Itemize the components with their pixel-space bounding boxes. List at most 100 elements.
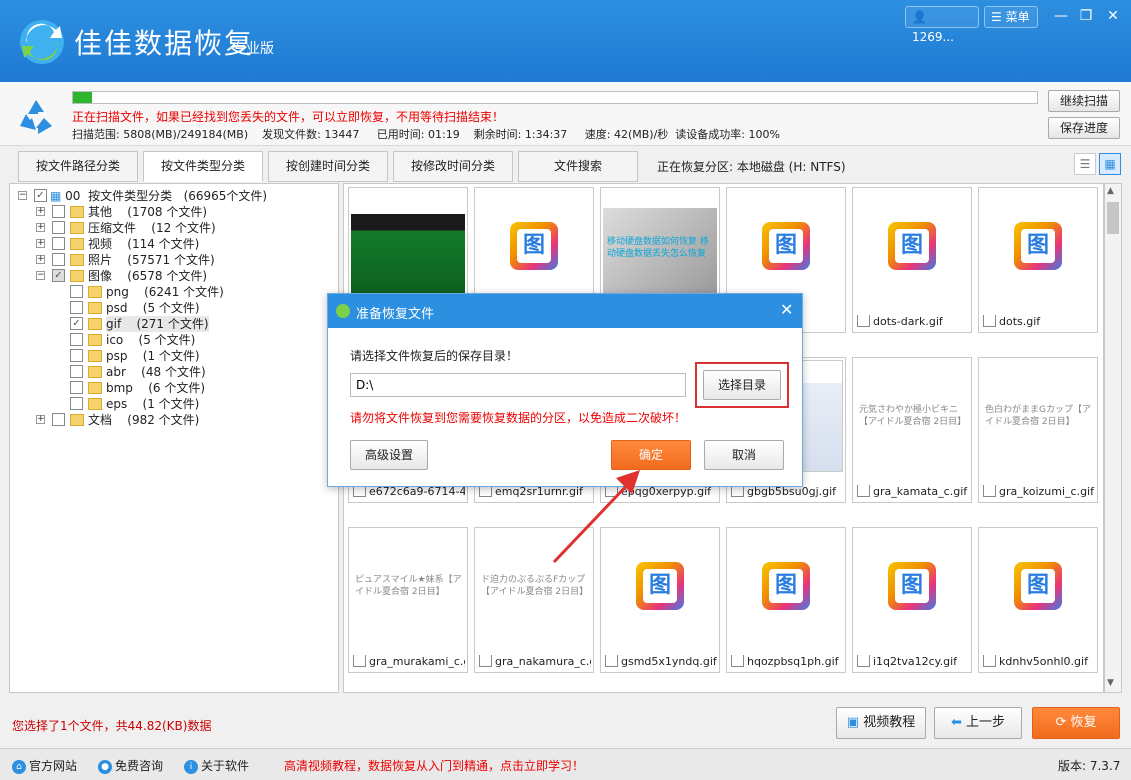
tree-item[interactable]: 其他 (1708 个文件) <box>88 204 207 220</box>
image-file-icon <box>762 562 810 610</box>
tree-sub-item[interactable]: psp (1 个文件) <box>106 348 200 364</box>
folder-icon <box>70 414 84 426</box>
file-thumbnail <box>981 530 1095 642</box>
tree-checkbox[interactable] <box>52 205 65 218</box>
expand-icon[interactable]: + <box>36 223 45 232</box>
back-button[interactable]: ⬅ 上一步 <box>934 707 1022 739</box>
tree-checkbox[interactable] <box>70 365 83 378</box>
tree-checkbox[interactable] <box>70 301 83 314</box>
file-checkbox[interactable] <box>983 484 996 497</box>
cancel-button[interactable]: 取消 <box>704 440 784 470</box>
collapse-icon[interactable]: − <box>18 191 27 200</box>
tree-root[interactable]: ▦ 00 按文件类型分类 (66965个文件) <box>50 188 267 204</box>
file-type-tree: − ✓ ▦ 00 按文件类型分类 (66965个文件) + 其他 (1708 个… <box>9 183 339 693</box>
warning-text: 请勿将文件恢复到您需要恢复数据的分区，以免造成二次破坏！ <box>350 411 687 425</box>
tree-item[interactable]: 照片 (57571 个文件) <box>88 252 215 268</box>
folder-icon <box>88 302 102 314</box>
file-checkbox[interactable] <box>983 314 996 327</box>
file-thumbnail <box>981 190 1095 302</box>
file-tile[interactable]: hqozpbsq1ph.gif <box>726 527 846 673</box>
tab-path[interactable]: 按文件路径分类 <box>18 151 138 182</box>
file-tile[interactable]: kdnhv5onhl0.gif <box>978 527 1098 673</box>
scroll-down-icon[interactable]: ▼ <box>1107 678 1114 688</box>
selection-status: 您选择了1个文件，共44.82(KB)数据 <box>12 719 212 733</box>
tree-item[interactable]: 视频 (114 个文件) <box>88 236 199 252</box>
tree-sub-item[interactable]: ico (5 个文件) <box>106 332 195 348</box>
continue-scan-button[interactable]: 继续扫描 <box>1048 90 1120 112</box>
tree-sub-item[interactable]: eps (1 个文件) <box>106 396 199 412</box>
tab-type[interactable]: 按文件类型分类 <box>143 151 263 182</box>
tab-modified[interactable]: 按修改时间分类 <box>393 151 513 182</box>
tree-sub-item-selected[interactable]: gif (271 个文件) <box>106 316 209 332</box>
tree-sub-item[interactable]: bmp (6 个文件) <box>106 380 205 396</box>
tree-checkbox[interactable] <box>70 333 83 346</box>
tree-sub-item[interactable]: abr (48 个文件) <box>106 364 206 380</box>
tree-checkbox[interactable] <box>70 397 83 410</box>
file-tile[interactable]: dots.gif <box>978 187 1098 333</box>
file-tile[interactable]: 元気さわやか極小ビキニ【アイドル夏合宿 2日目】 gra_kamata_c.gif <box>852 357 972 503</box>
close-icon[interactable]: ✕ <box>1102 6 1124 26</box>
list-view-icon[interactable]: ☰ <box>1074 153 1096 175</box>
recover-button[interactable]: ⟳ 恢复 <box>1032 707 1120 739</box>
collapse-icon[interactable]: − <box>36 271 45 280</box>
save-dir-label: 请选择文件恢复后的保存目录！ <box>350 349 519 363</box>
file-checkbox[interactable] <box>731 654 744 667</box>
expand-icon[interactable]: + <box>36 207 45 216</box>
save-progress-button[interactable]: 保存进度 <box>1048 117 1120 139</box>
tree-checkbox[interactable] <box>52 237 65 250</box>
folder-icon <box>88 318 102 330</box>
scan-stats: 扫描范围: 5808(MB)/249184(MB) 发现文件数: 13447 已… <box>72 128 780 141</box>
file-tile[interactable]: dots-dark.gif <box>852 187 972 333</box>
expand-icon[interactable]: + <box>36 415 45 424</box>
minimize-icon[interactable]: — <box>1050 6 1072 26</box>
menu-button[interactable]: ☰ 菜单 <box>984 6 1038 28</box>
save-path-input[interactable] <box>350 373 686 397</box>
tree-checkbox[interactable]: ✓ <box>70 317 83 330</box>
user-button[interactable]: 👤 1269... <box>905 6 979 44</box>
file-checkbox[interactable] <box>857 484 870 497</box>
video-tutorial-button[interactable]: ▣ 视频教程 <box>836 707 926 739</box>
grid-view-icon[interactable]: ▦ <box>1099 153 1121 175</box>
tree-checkbox[interactable] <box>70 349 83 362</box>
tree-checkbox[interactable] <box>70 381 83 394</box>
scroll-up-icon[interactable]: ▲ <box>1107 186 1114 196</box>
choose-directory-button[interactable]: 选择目录 <box>703 370 781 400</box>
advanced-settings-button[interactable]: 高级设置 <box>350 440 428 470</box>
tree-checkbox[interactable] <box>52 413 65 426</box>
tab-search[interactable]: 文件搜索 <box>518 151 638 182</box>
dialog-close-icon[interactable]: ✕ <box>780 300 793 319</box>
expand-icon[interactable]: + <box>36 255 45 264</box>
file-checkbox[interactable] <box>605 654 618 667</box>
expand-icon[interactable]: + <box>36 239 45 248</box>
tab-created[interactable]: 按创建时间分类 <box>268 151 388 182</box>
tree-sub-item[interactable]: psd (5 个文件) <box>106 300 200 316</box>
vertical-scrollbar[interactable]: ▲ ▼ <box>1104 183 1122 693</box>
file-name-text: gra_murakami_c.gif <box>369 654 465 668</box>
about-link[interactable]: i 关于软件 <box>184 757 249 774</box>
file-name: dots-dark.gif <box>857 314 969 329</box>
file-checkbox[interactable] <box>857 314 870 327</box>
tree-checkbox[interactable] <box>70 285 83 298</box>
tree-checkbox[interactable]: ✓ <box>52 269 65 282</box>
file-tile[interactable]: ピュアスマイル★妹系【アイドル夏合宿 2日目】 gra_murakami_c.gi… <box>348 527 468 673</box>
file-checkbox[interactable] <box>353 654 366 667</box>
tree-checkbox[interactable] <box>52 253 65 266</box>
tree-checkbox[interactable] <box>52 221 65 234</box>
scrollbar-thumb[interactable] <box>1107 202 1119 234</box>
file-checkbox[interactable] <box>857 654 870 667</box>
promo-link[interactable]: 高清视频教程，数据恢复从入门到精通，点击立即学习！ <box>284 757 584 774</box>
tree-item[interactable]: 压缩文件 (12 个文件) <box>88 220 216 236</box>
file-checkbox[interactable] <box>479 654 492 667</box>
tree-checkbox[interactable]: ✓ <box>34 189 47 202</box>
tree-item[interactable]: 文档 (982 个文件) <box>88 412 199 428</box>
file-name: gra_nakamura_c.gif <box>479 654 591 669</box>
file-checkbox[interactable] <box>983 654 996 667</box>
consult-link[interactable]: ● 免费咨询 <box>98 757 163 774</box>
tree-sub-item[interactable]: png (6241 个文件) <box>106 284 224 300</box>
file-tile[interactable]: 色白わがままGカップ【アイドル夏合宿 2日目】 gra_koizumi_c.gif <box>978 357 1098 503</box>
official-site-link[interactable]: ⌂ 官方网站 <box>12 757 77 774</box>
maximize-icon[interactable]: ❐ <box>1075 6 1097 26</box>
info-icon: i <box>184 759 198 774</box>
tree-item[interactable]: 图像 (6578 个文件) <box>88 268 207 284</box>
file-tile[interactable]: i1q2tva12cy.gif <box>852 527 972 673</box>
